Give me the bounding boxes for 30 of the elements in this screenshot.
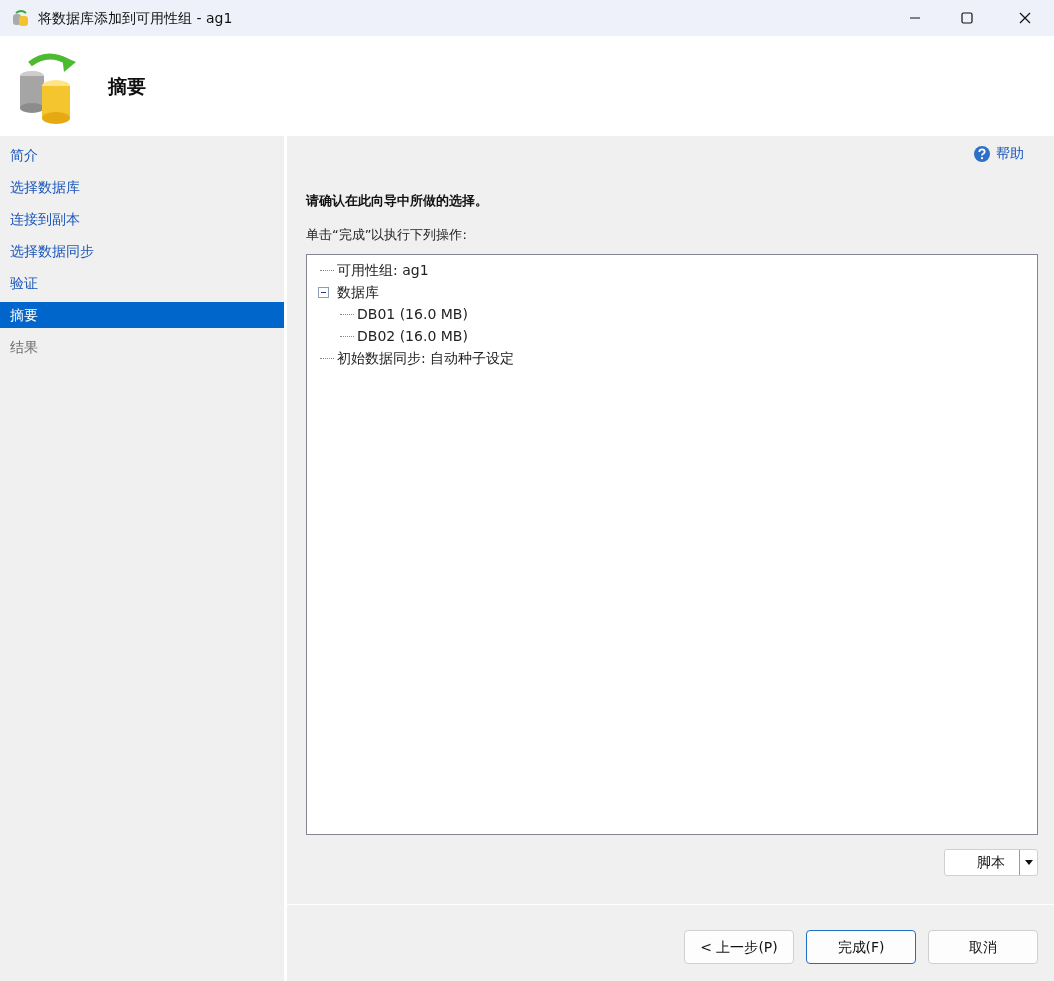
script-split-button[interactable]: 脚本 [944,849,1038,876]
wizard-button[interactable]: 取消 [928,930,1038,964]
tree-item[interactable]: 初始数据同步: 自动种子设定 [337,347,515,369]
tree-connector [320,357,334,359]
caret-icon[interactable] [1024,860,1033,865]
wizard-button[interactable]: < 上一步(P) [684,930,794,964]
tree-item[interactable]: DB02 (16.0 MB) [357,325,468,347]
tree-item[interactable]: 数据库 [337,281,379,303]
wizard-button[interactable]: 完成(F) [806,930,916,964]
summary-heading: 请确认在此向导中所做的选择。 [306,192,489,210]
sidebar-item[interactable]: 摘要 [0,302,284,328]
instruction-text: 单击“完成”以执行下列操作: [306,225,468,244]
database-icon [12,9,30,27]
sidebar-item[interactable]: 连接到副本 [0,206,284,232]
help-icon[interactable] [973,144,991,163]
page-title: 摘要 [108,73,146,99]
sidebar-item[interactable]: 选择数据同步 [0,238,284,264]
tree-connector [320,269,334,271]
tree-item[interactable]: 可用性组: ag1 [337,259,429,281]
sidebar-item[interactable]: 简介 [0,142,284,168]
tree-connector [340,335,354,337]
sidebar-item[interactable]: 选择数据库 [0,174,284,200]
help-link[interactable]: 帮助 [996,143,1024,164]
tree-connector [340,313,354,315]
sidebar-item[interactable]: 验证 [0,270,284,296]
tree-item[interactable]: DB01 (16.0 MB) [357,303,468,325]
maximize-icon [961,12,973,24]
close-icon [1019,12,1031,24]
window-title: 将数据库添加到可用性组 - ag1 [38,8,233,28]
collapse-icon[interactable] [317,286,329,298]
